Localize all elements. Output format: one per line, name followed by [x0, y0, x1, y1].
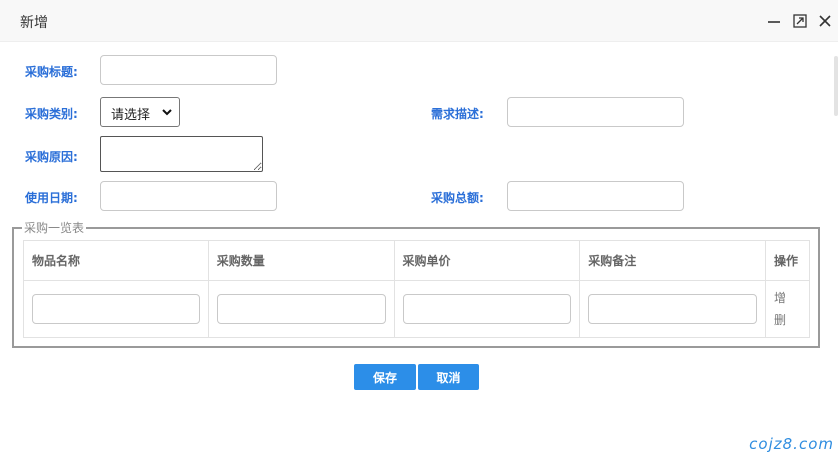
- dialog-title: 新增: [20, 15, 48, 31]
- table-cell: [207, 280, 395, 338]
- save-button[interactable]: 保存: [354, 364, 416, 390]
- purchase-category-select[interactable]: 请选择: [100, 97, 180, 127]
- column-header-unit-price: 采购单价: [393, 240, 581, 281]
- table-cell: [23, 280, 209, 338]
- dialog-titlebar: 新增: [0, 0, 838, 42]
- purchase-title-input[interactable]: [100, 55, 277, 85]
- purchase-list-legend: 采购一览表: [24, 221, 85, 235]
- purchase-total-label: 采购总额:: [431, 191, 484, 205]
- purchase-category-value: 请选择: [111, 108, 151, 123]
- demand-description-label: 需求描述:: [431, 107, 484, 121]
- purchase-list-table: 物品名称 采购数量 采购单价 采购备注 操作 增 删: [23, 240, 810, 338]
- table-cell: [393, 280, 581, 338]
- item-name-input[interactable]: [32, 294, 200, 324]
- delete-row-link[interactable]: 删: [774, 309, 801, 331]
- demand-description-input[interactable]: [507, 97, 684, 127]
- add-row-link[interactable]: 增: [774, 287, 801, 309]
- vertical-scrollbar[interactable]: [834, 42, 838, 422]
- purchase-category-label: 采购类别:: [25, 107, 78, 121]
- column-header-item-name: 物品名称: [23, 240, 209, 281]
- unit-price-input[interactable]: [402, 294, 572, 324]
- column-header-actions: 操作: [765, 240, 810, 281]
- row-actions: 增 删: [774, 287, 801, 331]
- purchase-reason-textarea[interactable]: [100, 136, 263, 172]
- watermark: cojz8.com: [749, 435, 834, 453]
- purchase-title-label: 采购标题:: [25, 65, 78, 79]
- table-cell: 增 删: [765, 280, 810, 338]
- column-header-quantity: 采购数量: [207, 240, 395, 281]
- table-header-row: 物品名称 采购数量 采购单价 采购备注 操作: [23, 240, 810, 281]
- close-icon[interactable]: [817, 13, 833, 29]
- chevron-down-icon: [161, 106, 173, 122]
- table-row: 增 删: [23, 280, 810, 338]
- cancel-button[interactable]: 取消: [418, 364, 479, 390]
- remark-input[interactable]: [588, 294, 757, 324]
- column-header-remark: 采购备注: [579, 240, 766, 281]
- use-date-label: 使用日期:: [25, 191, 78, 205]
- use-date-input[interactable]: [100, 181, 277, 211]
- quantity-input[interactable]: [216, 294, 386, 324]
- maximize-icon[interactable]: [792, 13, 808, 29]
- table-cell: [579, 280, 766, 338]
- scrollbar-thumb[interactable]: [834, 56, 838, 116]
- minimize-icon[interactable]: [766, 13, 782, 29]
- purchase-total-input[interactable]: [507, 181, 684, 211]
- purchase-reason-label: 采购原因:: [25, 150, 78, 164]
